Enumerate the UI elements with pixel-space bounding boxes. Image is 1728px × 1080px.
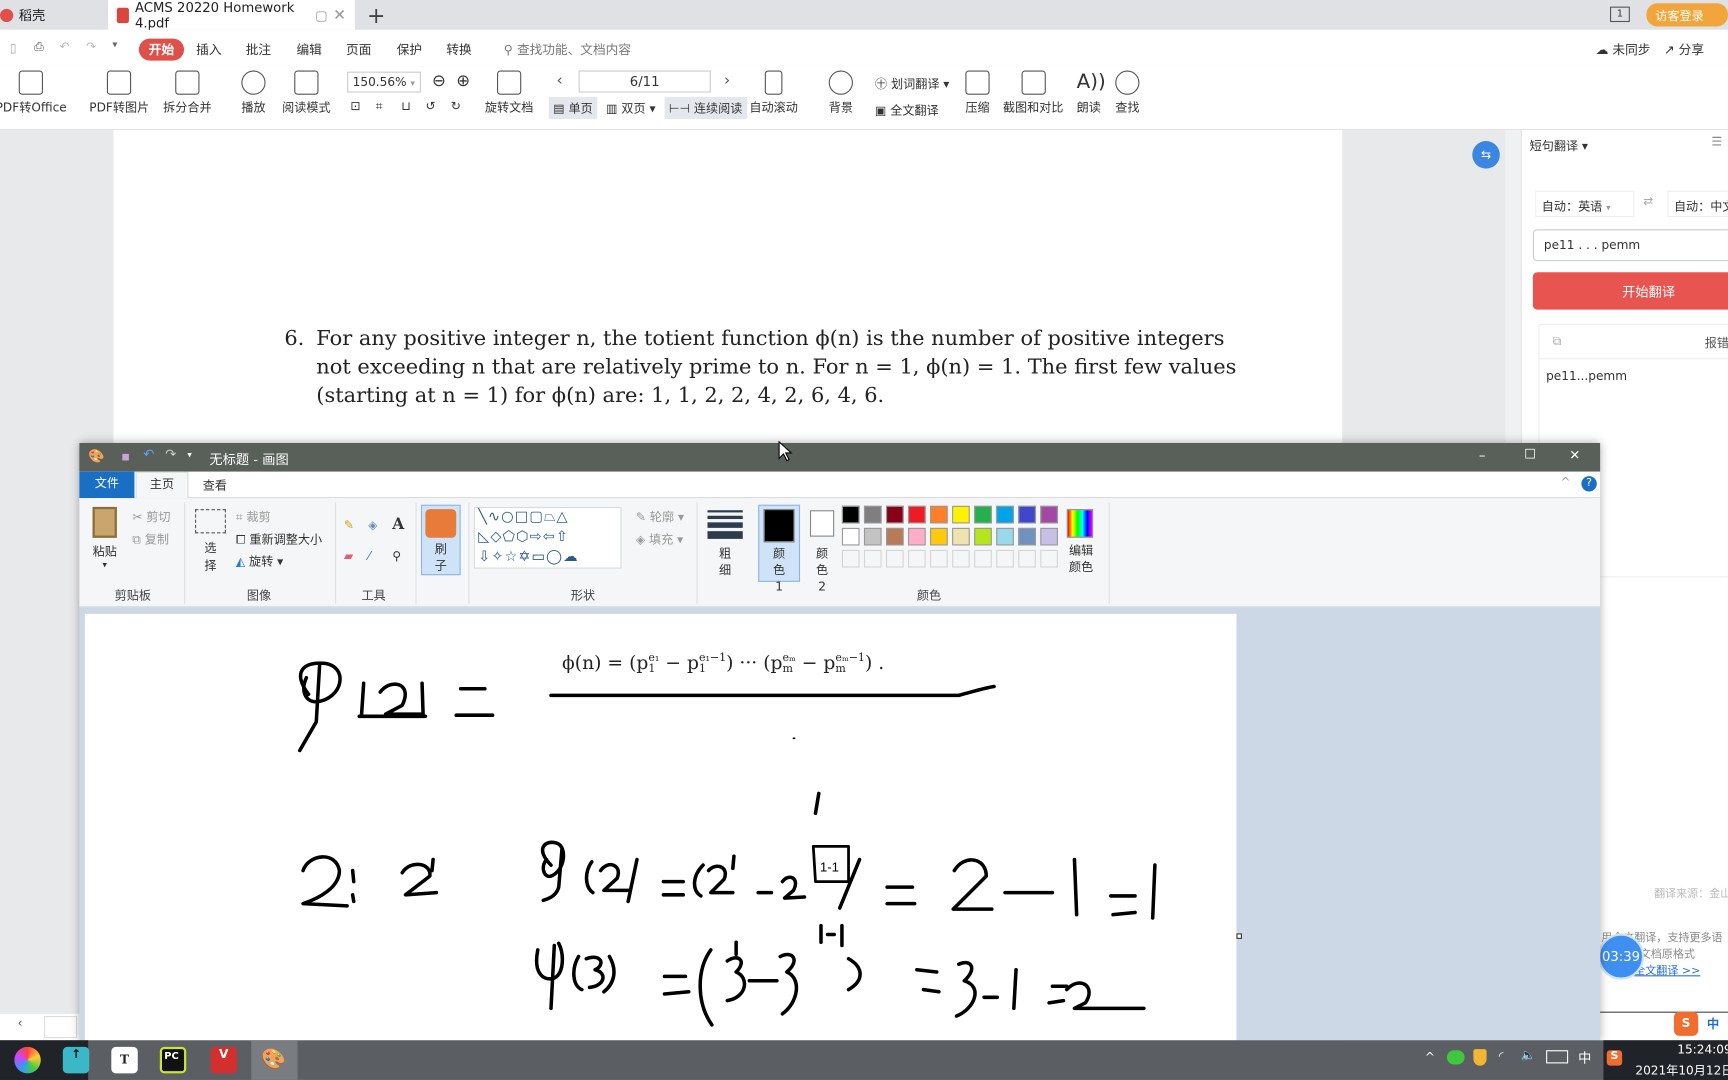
formula-script: eₘ m [782, 651, 796, 675]
menu-item[interactable]: 插入 [196, 41, 221, 59]
one-stroke [813, 791, 821, 816]
subscript: 1 [698, 662, 706, 675]
menu-item[interactable]: 转换 [446, 41, 471, 59]
security-shield-icon[interactable] [1473, 1049, 1487, 1066]
superscript: eₘ−1 [835, 651, 865, 664]
phi2-stroke [540, 840, 686, 904]
volume-icon[interactable]: 🔈 [1521, 1048, 1536, 1062]
wifi-icon[interactable]: ◜ [1499, 1049, 1504, 1063]
ime-indicator[interactable]: 中 [1578, 1048, 1591, 1067]
sogou-tray-icon[interactable]: S [1606, 1050, 1623, 1066]
mouse-cursor-icon [778, 440, 793, 462]
formula-script: eₘ−1 m [835, 651, 865, 675]
typora-t-icon[interactable]: T [111, 1046, 138, 1074]
phi3-expansion-stroke [698, 923, 862, 1027]
subscript: 1 [648, 662, 656, 675]
chrome-like-app-icon[interactable] [14, 1046, 41, 1074]
menu-item[interactable]: 编辑 [296, 41, 321, 59]
handwriting-layer: 1-1 [297, 661, 1157, 1027]
menu-item[interactable]: 批注 [246, 41, 271, 59]
phi-stroke [297, 661, 342, 753]
menu-item[interactable]: 页面 [346, 41, 371, 59]
superscript: eₘ [782, 651, 796, 664]
formula-text: ) ··· (p [726, 652, 783, 675]
wechat-icon[interactable] [1446, 1050, 1465, 1065]
menu-item[interactable]: 保护 [397, 41, 422, 59]
subscript: m [835, 662, 846, 675]
formula-text: ϕ(n) = (p [562, 652, 649, 675]
boxed-exponent: 1-1 [820, 860, 839, 875]
formula-text: − p [659, 652, 699, 675]
formula-text: ) . [864, 652, 885, 675]
phi3-stroke [534, 941, 691, 1011]
paint-taskbar-button[interactable]: 🎨 [251, 1040, 298, 1080]
clock-date[interactable]: 2021年10月12日 [1635, 1061, 1728, 1079]
wps-pdf-icon[interactable]: V [210, 1046, 237, 1074]
two-colon-two-stroke [301, 855, 439, 908]
menu-item[interactable]: 开始 [138, 38, 185, 61]
keyboard-icon[interactable] [1546, 1050, 1569, 1064]
formula-script: e₁−1 1 [698, 651, 727, 675]
subscript: m [782, 662, 793, 675]
formula-script: e₁ 1 [648, 651, 660, 675]
superscript: e₁ [648, 651, 660, 664]
phi3-result-stroke [915, 960, 1146, 1018]
pasted-formula: ϕ(n) = (p e₁ 1 − p e₁−1 1) ··· (p eₘ m − p eₘ−1… [562, 652, 884, 675]
clock-time[interactable]: 15:24:09 [1677, 1042, 1728, 1056]
equals-stroke [454, 686, 495, 717]
formula-text: − p [795, 652, 836, 675]
screen: 稻壳 ACMS 20220 Homework 4.pdf ▢ ✕ + 1 访客登… [0, 0, 1728, 1080]
paint-app-icon: 🎨 [261, 1048, 286, 1072]
tray-expand-icon[interactable]: ^ [1425, 1050, 1435, 1064]
pycharm-icon[interactable]: PC [159, 1046, 187, 1074]
paren-2-stroke [357, 681, 428, 719]
underline-stroke [549, 684, 996, 698]
typora-app-icon[interactable]: ↑ [62, 1046, 90, 1074]
superscript: e₁−1 [698, 651, 727, 664]
phi2-result-stroke [885, 857, 1157, 920]
